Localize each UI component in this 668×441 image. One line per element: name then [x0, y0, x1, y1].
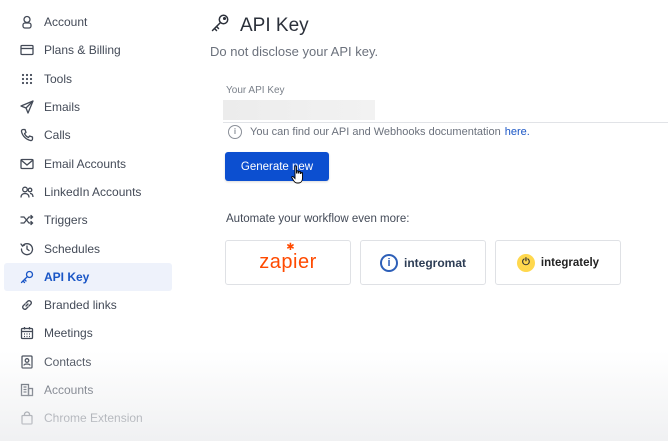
integrately-logo: ⏻ integrately: [516, 253, 599, 272]
sidebar-item-label: Accounts: [44, 383, 94, 397]
sidebar-item-linkedin-accounts[interactable]: LinkedIn Accounts: [4, 178, 172, 206]
asterisk-icon: ✱: [286, 242, 296, 253]
info-text: You can find our API and Webhooks docume…: [250, 126, 501, 138]
sidebar-item-api-key[interactable]: API Key: [4, 262, 172, 291]
automate-label: Automate your workflow even more:: [226, 213, 410, 225]
users-icon: [20, 185, 34, 199]
sidebar-item-label: Emails: [44, 100, 81, 115]
credit-card-icon: [20, 43, 34, 57]
page-subtitle: Do not disclose your API key.: [210, 44, 379, 59]
sidebar-item-label: Schedules: [44, 241, 101, 256]
sidebar-item-email-accounts[interactable]: Email Accounts: [4, 149, 172, 177]
sidebar-item-label: Triggers: [44, 213, 88, 228]
sidebar-item-label: Meetings: [44, 326, 93, 341]
send-icon: [20, 100, 34, 114]
sidebar-item-label: Chrome Extension: [44, 411, 143, 426]
shuffle-icon: [20, 213, 34, 227]
sidebar-item-tools[interactable]: Tools: [4, 65, 172, 93]
shopping-bag-icon: [20, 411, 34, 425]
sidebar-item-contacts[interactable]: Contacts: [4, 348, 172, 376]
sidebar: Account Plans & Billing Tools Emails Cal…: [0, 8, 172, 432]
building-icon: [20, 383, 34, 397]
sidebar-item-triggers[interactable]: Triggers: [4, 206, 172, 234]
sidebar-item-label: Calls: [44, 128, 71, 143]
sidebar-item-schedules[interactable]: Schedules: [4, 234, 172, 262]
zapier-integration-card[interactable]: ✱ zapier: [225, 240, 351, 285]
phone-icon: [20, 128, 34, 142]
sidebar-item-label: Email Accounts: [44, 156, 127, 171]
sidebar-item-calls[interactable]: Calls: [4, 121, 172, 149]
sidebar-item-label: Branded links: [44, 298, 117, 313]
history-icon: [20, 242, 34, 256]
zapier-logo: ✱ zapier: [259, 242, 317, 273]
sidebar-item-label: Account: [44, 15, 88, 30]
sidebar-item-account[interactable]: Account: [4, 8, 172, 36]
docs-link[interactable]: here.: [505, 126, 530, 138]
grid-dots-icon: [20, 72, 34, 86]
generate-new-button[interactable]: Generate new: [225, 152, 329, 181]
sidebar-item-plans-billing[interactable]: Plans & Billing: [4, 36, 172, 64]
sidebar-item-label: Plans & Billing: [44, 43, 121, 58]
plug-icon: ⏻: [516, 253, 535, 272]
envelope-icon: [20, 157, 34, 171]
info-note: i You can find our API and Webhooks docu…: [228, 125, 530, 139]
key-icon: [210, 13, 230, 38]
sidebar-item-label: Tools: [44, 71, 73, 86]
sidebar-item-emails[interactable]: Emails: [4, 93, 172, 121]
page-header: API Key: [210, 13, 309, 38]
sidebar-item-accounts[interactable]: Accounts: [4, 376, 172, 404]
contact-book-icon: [20, 355, 34, 369]
sidebar-item-label: API Key: [44, 269, 90, 284]
page-title: API Key: [240, 14, 309, 36]
integromat-logo: i integromat: [379, 253, 466, 272]
sidebar-item-label: LinkedIn Accounts: [44, 184, 142, 199]
sidebar-item-branded-links[interactable]: Branded links: [4, 291, 172, 319]
info-icon: i: [228, 125, 242, 139]
sidebar-item-meetings[interactable]: Meetings: [4, 319, 172, 347]
api-key-field[interactable]: [223, 100, 375, 120]
link-icon: [20, 298, 34, 312]
key-icon: [20, 270, 34, 284]
integromat-mark-icon: i: [379, 253, 398, 272]
calendar-icon: [20, 326, 34, 340]
sidebar-item-label: Contacts: [44, 354, 92, 369]
integromat-integration-card[interactable]: i integromat: [360, 240, 486, 285]
user-icon: [20, 15, 34, 29]
integrately-integration-card[interactable]: ⏻ integrately: [495, 240, 621, 285]
api-key-underline: [223, 122, 668, 123]
sidebar-item-chrome-extension[interactable]: Chrome Extension: [4, 404, 172, 432]
hand-cursor-icon: [291, 165, 303, 184]
api-key-label: Your API Key: [226, 85, 285, 96]
